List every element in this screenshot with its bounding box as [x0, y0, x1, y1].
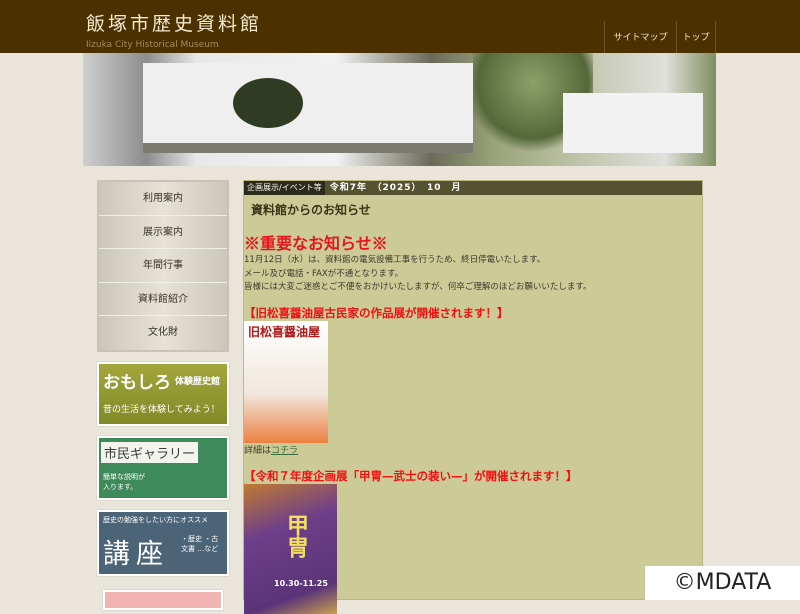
main-content: 企画展示/イベント等 令和7年 （2025） 10 月 資料館からのお知らせ ※…	[243, 180, 703, 614]
banner-caption: 簡単な説明が入ります。	[103, 472, 145, 491]
poster-dates: 10.30-11.25	[274, 578, 328, 588]
details-line: 詳細はコチラ	[244, 443, 702, 456]
date-label: 令和7年 （2025） 10 月	[329, 183, 462, 193]
menu-annual-events[interactable]: 年間行事	[99, 249, 227, 283]
important-notice-title: ※重要なお知らせ※	[244, 234, 388, 253]
nav-sitemap[interactable]: サイトマップ	[604, 21, 676, 53]
banner-title: 講座	[103, 538, 169, 570]
details-link[interactable]: コチラ	[271, 446, 298, 456]
sidebar-menu: 利用案内 展示案内 年間行事 資料館紹介 文化財	[97, 180, 229, 352]
poster-title: 旧松喜醤油屋	[248, 324, 321, 339]
banner-title: 市民ギャラリー	[101, 441, 199, 463]
banner-top: 歴史の勉強をしたい方にオススメ	[103, 515, 208, 524]
sidebar: 利用案内 展示案内 年間行事 資料館紹介 文化財 おもしろ 体験歴史館 昔の生活…	[97, 180, 229, 610]
watermark: ©MDATA	[645, 566, 800, 600]
menu-usage-guide[interactable]: 利用案内	[99, 182, 227, 216]
event-title: 【旧松喜醤油屋古民家の作品展が開催されます！】	[244, 305, 509, 320]
menu-about[interactable]: 資料館紹介	[99, 282, 227, 316]
poster-title: 甲冑	[283, 513, 309, 558]
category-tag: 企画展示/イベント等	[244, 181, 325, 195]
site-subtitle: Iizuka City Historical Museum	[86, 40, 219, 50]
banner-title: おもしろ	[103, 372, 171, 393]
banner-items: ・歴史 ・古文書 …など	[181, 534, 219, 553]
details-prefix: 詳細は	[244, 445, 272, 456]
notice-line: 11月12日（水）は、資料館の電気設備工事を行うため、終日停電いたします。	[244, 255, 546, 265]
site-logo[interactable]: 飯塚市歴史資料館	[86, 9, 262, 36]
menu-exhibits[interactable]: 展示案内	[99, 215, 227, 249]
event-title: 【令和７年度企画展「甲冑—武士の装い—」が開催されます！】	[244, 468, 578, 483]
banner-lectures[interactable]: 歴史の勉強をしたい方にオススメ 講座 ・歴史 ・古文書 …など	[97, 509, 229, 576]
section-heading: 資料館からのお知らせ	[251, 203, 371, 217]
museum-banner-photo	[83, 53, 716, 166]
banner-experience-history[interactable]: おもしろ 体験歴史館 昔の生活を体験してみよう！	[97, 361, 229, 426]
event-poster-image[interactable]: 甲冑 10.30-11.25	[244, 483, 337, 614]
banner-sub: 体験歴史館	[175, 376, 221, 387]
content-header: 企画展示/イベント等 令和7年 （2025） 10 月	[244, 181, 702, 195]
menu-cultural-properties[interactable]: 文化財	[99, 316, 227, 350]
banner-citizen-gallery[interactable]: 市民ギャラリー 簡単な説明が入ります。	[97, 435, 229, 500]
event-poster-image[interactable]: 旧松喜醤油屋	[244, 320, 328, 443]
nav-top[interactable]: トップ	[676, 21, 716, 53]
notice-line: 皆様には大変ご迷惑とご不便をおかけいたしますが、何卒ご理解のほどお願いいたします…	[244, 282, 592, 292]
notice-line: メール及び電話・FAXが不通となります。	[244, 268, 404, 279]
site-header: 飯塚市歴史資料館 Iizuka City Historical Museum サ…	[0, 0, 800, 53]
banner-caption: 昔の生活を体験してみよう！	[103, 404, 220, 415]
